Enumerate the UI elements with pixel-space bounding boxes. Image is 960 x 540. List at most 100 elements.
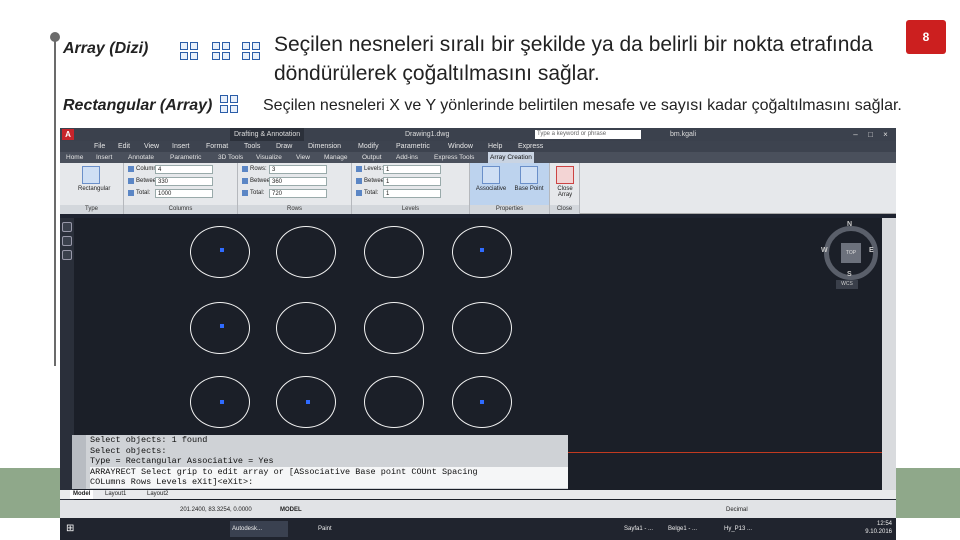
array-circle[interactable] (276, 226, 336, 278)
columns-panel: Columns: 4 Between: 330 Total: 1000 Columns (124, 163, 238, 214)
page-number-badge: 8 (906, 20, 946, 54)
array-path-icon (212, 42, 230, 60)
menu-modify[interactable]: Modify (358, 141, 379, 152)
tab-layout1[interactable]: Layout1 (102, 490, 129, 499)
close-array-button[interactable]: Close Array (552, 166, 578, 198)
coordinates-readout: 201.2400, 83.3254, 0.0000 (180, 507, 252, 513)
menu-parametric[interactable]: Parametric (396, 141, 430, 152)
command-history-line: Type = Rectangular Associative = Yes (90, 456, 274, 466)
tab-model[interactable]: Model (70, 490, 94, 499)
model-space-toggle[interactable]: MODEL (280, 500, 302, 520)
taskbar-app-hyp13[interactable]: Hy_P13 ... (722, 521, 762, 537)
array-circle[interactable] (276, 302, 336, 354)
tool-palette-icon-2[interactable] (62, 236, 72, 246)
array-circle[interactable] (452, 226, 512, 278)
rectangular-array-heading: Rectangular (Array) (63, 97, 213, 114)
compass-south: S (847, 271, 852, 278)
windows-start-icon[interactable]: ⊞ (66, 523, 78, 535)
status-bar: 201.2400, 83.3254, 0.0000 MODEL Decimal (60, 500, 896, 520)
crosshair-line (560, 452, 882, 453)
ribbon-panel: Rectangular Type Columns: 4 Between: 330 T… (60, 163, 896, 214)
tab-add-ins[interactable]: Add-ins (394, 152, 420, 163)
tab-visualize[interactable]: Visualize (254, 152, 284, 163)
columns-between-field: Between: 330 (128, 177, 228, 186)
tab-insert[interactable]: Insert (94, 152, 114, 163)
array-circle[interactable] (190, 226, 250, 278)
search-input[interactable]: Type a keyword or phrase (535, 130, 641, 139)
menu-insert[interactable]: Insert (172, 141, 190, 152)
user-name[interactable]: bm.kgali (670, 128, 696, 141)
close-icon[interactable]: × (880, 129, 891, 140)
array-grip[interactable] (480, 248, 484, 252)
close-panel: Close Array Close (550, 163, 580, 214)
menu-edit[interactable]: Edit (118, 141, 130, 152)
rectangular-array-button-icon (82, 166, 100, 184)
menu-window[interactable]: Window (448, 141, 473, 152)
system-clock[interactable]: 12:54 9.10.2016 (850, 520, 892, 536)
tab-manage[interactable]: Manage (322, 152, 350, 163)
array-circle[interactable] (364, 302, 424, 354)
taskbar-app-sayfa1[interactable]: Sayfa1 - ... (622, 521, 660, 537)
tab-view[interactable]: View (294, 152, 312, 163)
type-panel-label: Type (60, 205, 123, 214)
rectangular-button[interactable]: Rectangular (78, 166, 110, 192)
menu-tools[interactable]: Tools (244, 141, 260, 152)
menu-draw[interactable]: Draw (276, 141, 292, 152)
menu-file[interactable]: File (94, 141, 105, 152)
windows-taskbar: ⊞ Autodesk... Paint Sayfa1 - ... Belge1 … (60, 518, 896, 540)
menu-express[interactable]: Express (518, 141, 543, 152)
wcs-menu[interactable]: WCS (836, 280, 858, 289)
menu-format[interactable]: Format (206, 141, 228, 152)
array-circle[interactable] (452, 302, 512, 354)
array-grip[interactable] (306, 400, 310, 404)
tab-annotate[interactable]: Annotate (126, 152, 156, 163)
autocad-window: A Drafting & Annotation Drawing1.dwg Typ… (60, 128, 896, 520)
vertical-scrollbar[interactable] (882, 218, 896, 490)
slide-vertical-rule (54, 36, 56, 366)
tab-home[interactable]: Home (64, 152, 85, 163)
minimize-icon[interactable]: – (850, 129, 861, 140)
taskbar-app-belge1[interactable]: Belge1 - ... (666, 521, 712, 537)
close-array-icon (556, 166, 574, 184)
tool-palette-icon-3[interactable] (62, 250, 72, 260)
tool-palette-icon-1[interactable] (62, 222, 72, 232)
tab-parametric[interactable]: Parametric (168, 152, 203, 163)
tab-express-tools[interactable]: Express Tools (432, 152, 476, 163)
viewcube-top[interactable]: TOP (841, 243, 861, 263)
menu-dimension[interactable]: Dimension (308, 141, 341, 152)
menu-help[interactable]: Help (488, 141, 502, 152)
slide-rule-dot (50, 32, 60, 42)
command-input[interactable]: ARRAYRECT Select grip to edit array or [… (90, 466, 568, 477)
array-grip[interactable] (480, 400, 484, 404)
menu-view[interactable]: View (144, 141, 159, 152)
base-point-button[interactable]: Base Point (512, 166, 546, 192)
maximize-icon[interactable]: □ (865, 129, 876, 140)
ribbon-tabs: Home Insert Annotate Parametric 3D Tools… (60, 152, 896, 163)
tab-array-creation[interactable]: Array Creation (488, 152, 534, 163)
array-grip[interactable] (220, 400, 224, 404)
tab-layout2[interactable]: Layout2 (144, 490, 171, 499)
levels-between-field: Between: 1 (356, 177, 460, 186)
array-grip[interactable] (220, 324, 224, 328)
array-circle[interactable] (190, 302, 250, 354)
array-circle[interactable] (364, 226, 424, 278)
command-line-window[interactable]: Select objects: 1 found Select objects: … (72, 435, 568, 489)
taskbar-app-autodesk[interactable]: Autodesk... (230, 521, 288, 537)
associative-icon (482, 166, 500, 184)
taskbar-app-paint[interactable]: Paint (316, 521, 340, 537)
array-heading: Array (Dizi) (63, 40, 149, 57)
array-grip[interactable] (220, 248, 224, 252)
properties-panel: Associative Base Point Properties (470, 163, 550, 214)
tab-output[interactable]: Output (360, 152, 384, 163)
associative-button[interactable]: Associative (474, 166, 508, 192)
properties-panel-label: Properties (470, 205, 549, 214)
autocad-logo-icon[interactable]: A (62, 129, 74, 140)
array-circle[interactable] (364, 376, 424, 428)
command-input-continued[interactable]: COLumns Rows Levels eXit]<eXit>: (90, 477, 568, 488)
units-selector[interactable]: Decimal (726, 500, 748, 520)
tab-3d-tools[interactable]: 3D Tools (216, 152, 245, 163)
viewcube[interactable]: TOP N S E W (821, 221, 878, 280)
window-title: Drawing1.dwg (405, 131, 450, 138)
workspace-selector[interactable]: Drafting & Annotation (230, 128, 305, 141)
command-line-toolbar[interactable] (72, 435, 86, 489)
